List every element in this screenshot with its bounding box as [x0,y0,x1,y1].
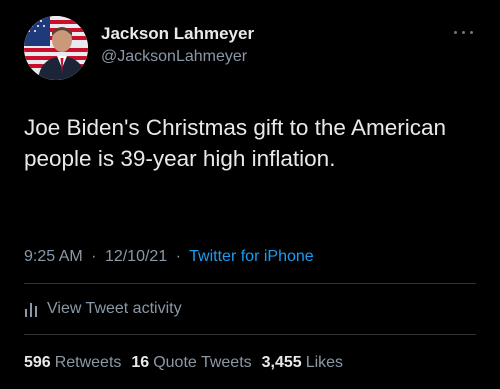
likes-count: 3,455 [261,354,302,371]
retweets-count: 596 [24,354,51,371]
likes-label: Likes [305,354,344,371]
more-options-icon[interactable] [452,28,476,38]
tweet-text: Joe Biden's Christmas gift to the Americ… [24,115,446,171]
bar-chart-icon [24,301,38,317]
quote-tweets-stat[interactable]: 16 Quote Tweets [131,354,251,371]
retweets-label: Retweets [54,354,122,371]
user-handle[interactable]: @JacksonLahmeyer [101,46,254,68]
divider [24,283,476,284]
quotes-label: Quote Tweets [153,354,252,371]
tweet-source-link[interactable]: Twitter for iPhone [189,248,314,265]
tweet-meta: 9:25 AM · 12/10/21 · Twitter for iPhone [24,246,314,268]
display-name[interactable]: Jackson Lahmeyer [101,23,254,45]
tweet-time[interactable]: 9:25 AM [24,248,83,265]
view-tweet-activity-button[interactable]: View Tweet activity [24,297,182,321]
likes-stat[interactable]: 3,455 Likes [262,354,343,371]
activity-label: View Tweet activity [47,300,182,317]
meta-separator: · [175,248,181,265]
tweet-stats: 596 Retweets 16 Quote Tweets 3,455 Likes [24,352,343,374]
avatar[interactable] [24,16,88,80]
meta-separator: · [91,248,97,265]
tweet-date[interactable]: 12/10/21 [105,248,167,265]
quotes-count: 16 [131,354,150,371]
tweet-card: Jackson Lahmeyer @JacksonLahmeyer Joe Bi… [0,0,500,389]
author-names: Jackson Lahmeyer @JacksonLahmeyer [101,23,254,68]
tweet-header: Jackson Lahmeyer @JacksonLahmeyer [24,16,476,80]
divider [24,334,476,335]
retweets-stat[interactable]: 596 Retweets [24,354,121,371]
avatar-image [24,16,88,80]
